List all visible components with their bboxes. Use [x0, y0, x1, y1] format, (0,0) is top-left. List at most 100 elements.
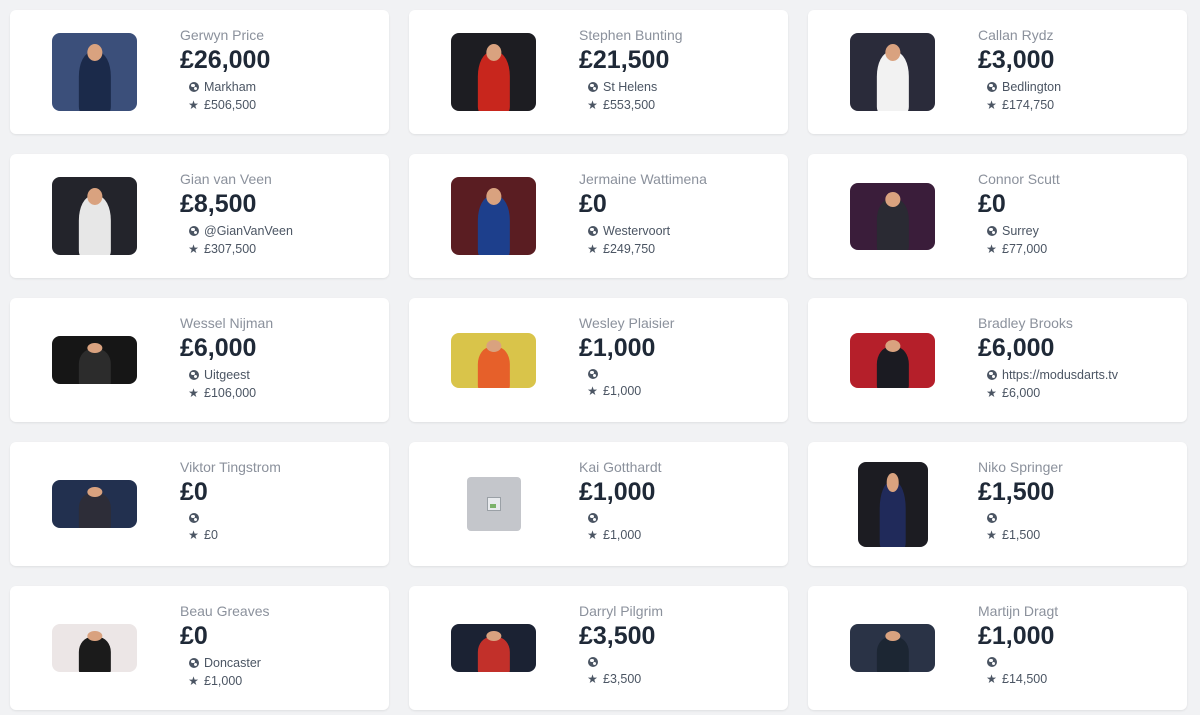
total-earnings: £1,000	[204, 674, 243, 688]
location-text: St Helens	[603, 80, 658, 94]
player-card[interactable]: Niko Springer £1,500 ★ £1,500	[808, 442, 1187, 566]
player-meta: Westervoort ★ £249,750	[586, 222, 778, 258]
player-meta: ★ £3,500	[586, 654, 778, 688]
player-info: Viktor Tingstrom £0 ★ £0	[180, 459, 379, 544]
prize-money: £0	[180, 478, 208, 506]
total-earnings: £3,500	[603, 672, 642, 686]
player-name[interactable]: Connor Scutt	[978, 171, 1177, 188]
player-grid: Gerwyn Price £26,000 Markham ★ £506,500 S…	[0, 0, 1200, 710]
player-meta: ★ £0	[187, 510, 379, 544]
total-earnings: £6,000	[1002, 386, 1041, 400]
player-card[interactable]: Stephen Bunting £21,500 St Helens ★ £553,…	[409, 10, 788, 134]
total-earnings: £14,500	[1002, 672, 1048, 686]
player-photo	[52, 336, 137, 384]
player-name[interactable]: Bradley Brooks	[978, 315, 1177, 332]
player-card[interactable]: Viktor Tingstrom £0 ★ £0	[10, 442, 389, 566]
player-info: Kai Gotthardt £1,000 ★ £1,000	[579, 459, 778, 544]
player-photo	[52, 33, 137, 111]
star-icon: ★	[587, 242, 598, 256]
location-text: @GianVanVeen	[204, 224, 293, 238]
player-name[interactable]: Beau Greaves	[180, 603, 379, 620]
player-info: Callan Rydz £3,000 Bedlington ★ £174,750	[978, 27, 1177, 114]
star-icon: ★	[986, 672, 997, 686]
star-icon: ★	[587, 384, 598, 398]
player-name[interactable]: Gian van Veen	[180, 171, 379, 188]
player-meta: St Helens ★ £553,500	[586, 78, 778, 114]
player-card[interactable]: Bradley Brooks £6,000 https://modusdarts…	[808, 298, 1187, 422]
player-photo	[451, 332, 536, 388]
total-row: ★ £6,000	[985, 384, 1177, 402]
player-card[interactable]: Beau Greaves £0 Doncaster ★ £1,000	[10, 586, 389, 710]
total-earnings: £553,500	[603, 98, 656, 112]
player-name[interactable]: Stephen Bunting	[579, 27, 778, 44]
player-card[interactable]: Gerwyn Price £26,000 Markham ★ £506,500	[10, 10, 389, 134]
star-icon: ★	[188, 242, 199, 256]
player-info: Beau Greaves £0 Doncaster ★ £1,000	[180, 603, 379, 690]
photo-wrap	[850, 586, 935, 710]
prize-money: £3,500	[579, 622, 656, 650]
total-row: ★ £3,500	[586, 670, 778, 688]
player-name[interactable]: Callan Rydz	[978, 27, 1177, 44]
player-card[interactable]: Callan Rydz £3,000 Bedlington ★ £174,750	[808, 10, 1187, 134]
player-info: Wessel Nijman £6,000 Uitgeest ★ £106,000	[180, 315, 379, 402]
player-meta: Doncaster ★ £1,000	[187, 654, 379, 690]
player-name[interactable]: Wesley Plaisier	[579, 315, 778, 332]
player-name[interactable]: Wessel Nijman	[180, 315, 379, 332]
globe-icon	[586, 368, 599, 381]
player-photo-placeholder	[466, 477, 521, 531]
photo-wrap	[451, 442, 536, 566]
total-earnings: £106,000	[204, 386, 257, 400]
prize-money: £21,500	[579, 46, 670, 74]
website-link[interactable]: https://modusdarts.tv	[1002, 368, 1118, 382]
location-row: Surrey	[985, 222, 1177, 240]
globe-icon	[985, 81, 998, 94]
total-earnings: £307,500	[204, 242, 257, 256]
total-earnings: £0	[204, 528, 218, 542]
total-row: ★ £77,000	[985, 240, 1177, 258]
star-icon: ★	[188, 674, 199, 688]
player-photo	[52, 624, 137, 672]
player-info: Wesley Plaisier £1,000 ★ £1,000	[579, 315, 778, 400]
prize-money: £1,500	[978, 478, 1055, 506]
player-card[interactable]: Darryl Pilgrim £3,500 ★ £3,500	[409, 586, 788, 710]
prize-money: £6,000	[180, 334, 257, 362]
photo-wrap	[451, 10, 536, 134]
player-meta: Surrey ★ £77,000	[985, 222, 1177, 258]
player-name[interactable]: Niko Springer	[978, 459, 1177, 476]
player-card[interactable]: Gian van Veen £8,500 @GianVanVeen ★ £307,…	[10, 154, 389, 278]
prize-money: £1,000	[579, 478, 656, 506]
player-name[interactable]: Jermaine Wattimena	[579, 171, 778, 188]
player-name[interactable]: Kai Gotthardt	[579, 459, 778, 476]
globe-icon	[586, 512, 599, 525]
photo-wrap	[850, 442, 935, 566]
star-icon: ★	[587, 98, 598, 112]
photo-wrap	[451, 298, 536, 422]
globe-icon	[985, 512, 998, 525]
player-card[interactable]: Wessel Nijman £6,000 Uitgeest ★ £106,000	[10, 298, 389, 422]
player-name[interactable]: Darryl Pilgrim	[579, 603, 778, 620]
player-card[interactable]: Kai Gotthardt £1,000 ★ £1,000	[409, 442, 788, 566]
location-row: @GianVanVeen	[187, 222, 379, 240]
photo-wrap	[52, 442, 137, 566]
player-name[interactable]: Martijn Dragt	[978, 603, 1177, 620]
prize-money: £8,500	[180, 190, 257, 218]
star-icon: ★	[986, 386, 997, 400]
prize-money: £3,000	[978, 46, 1055, 74]
player-card[interactable]: Jermaine Wattimena £0 Westervoort ★ £249,…	[409, 154, 788, 278]
player-info: Martijn Dragt £1,000 ★ £14,500	[978, 603, 1177, 688]
player-name[interactable]: Gerwyn Price	[180, 27, 379, 44]
photo-wrap	[850, 298, 935, 422]
photo-wrap	[451, 154, 536, 278]
player-photo	[52, 177, 137, 255]
player-card[interactable]: Connor Scutt £0 Surrey ★ £77,000	[808, 154, 1187, 278]
player-card[interactable]: Wesley Plaisier £1,000 ★ £1,000	[409, 298, 788, 422]
player-name[interactable]: Viktor Tingstrom	[180, 459, 379, 476]
player-info: Gian van Veen £8,500 @GianVanVeen ★ £307,…	[180, 171, 379, 258]
player-meta: ★ £1,500	[985, 510, 1177, 544]
total-row: ★ £506,500	[187, 96, 379, 114]
total-earnings: £506,500	[204, 98, 257, 112]
player-meta: Markham ★ £506,500	[187, 78, 379, 114]
location-row: Bedlington	[985, 78, 1177, 96]
prize-money: £0	[180, 622, 208, 650]
player-card[interactable]: Martijn Dragt £1,000 ★ £14,500	[808, 586, 1187, 710]
